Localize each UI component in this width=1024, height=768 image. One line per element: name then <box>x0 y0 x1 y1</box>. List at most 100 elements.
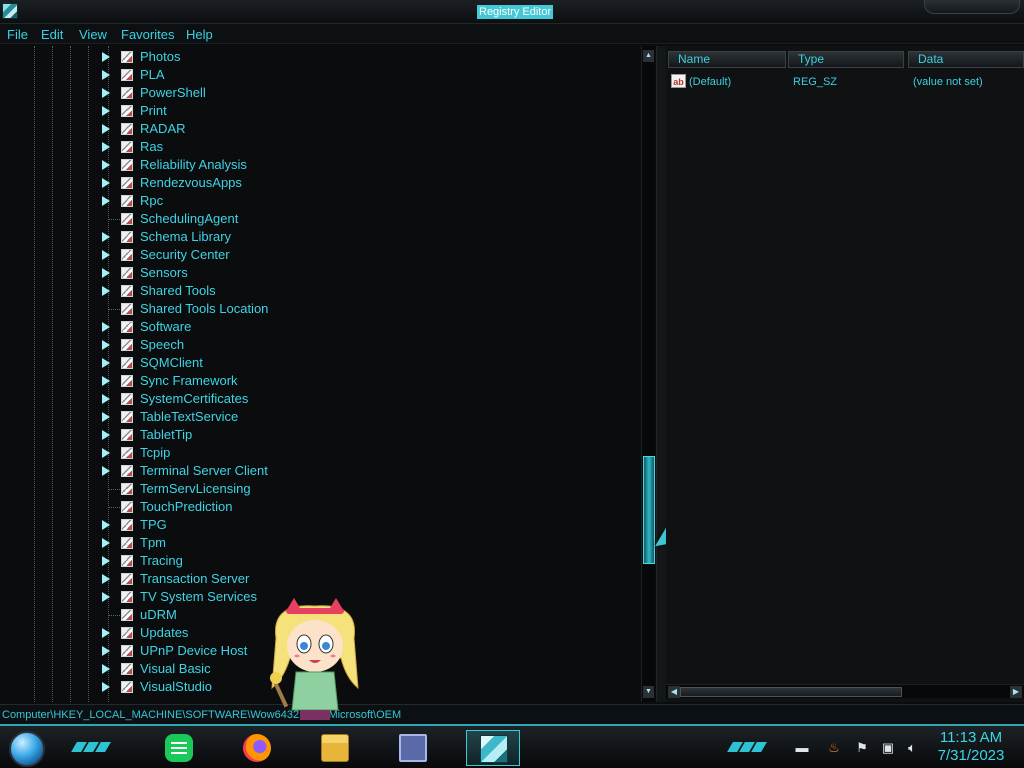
taskbar-file-explorer[interactable] <box>308 730 362 766</box>
clock-date[interactable]: 7/31/2023 <box>932 747 1010 764</box>
expand-arrow-icon[interactable] <box>102 106 110 116</box>
tree-item[interactable]: Security Center <box>0 246 640 264</box>
expand-arrow-icon[interactable] <box>102 664 110 674</box>
tree-item[interactable]: TPG <box>0 516 640 534</box>
expand-arrow-icon[interactable] <box>102 430 110 440</box>
menu-edit[interactable]: Edit <box>41 27 63 42</box>
expand-arrow-icon[interactable] <box>102 322 110 332</box>
tree-item[interactable]: Shared Tools Location <box>0 300 640 318</box>
volume-icon[interactable]: 🔈︎ <box>904 740 920 756</box>
expand-arrow-icon[interactable] <box>102 160 110 170</box>
keyboard-icon[interactable]: ▬ <box>794 740 810 756</box>
expand-arrow-icon[interactable] <box>102 538 110 548</box>
registry-key-icon <box>121 393 133 405</box>
menu-help[interactable]: Help <box>186 27 213 42</box>
list-horizontal-scrollbar[interactable]: ◀ ▶ <box>666 684 1024 698</box>
tree-vertical-scrollbar[interactable]: ▲ ▼ <box>641 46 655 702</box>
scroll-left-icon[interactable]: ◀ <box>668 686 680 698</box>
tree-item[interactable]: Terminal Server Client <box>0 462 640 480</box>
tree-item[interactable]: RADAR <box>0 120 640 138</box>
tree-item[interactable]: Speech <box>0 336 640 354</box>
expand-arrow-icon[interactable] <box>102 394 110 404</box>
expand-arrow-icon[interactable] <box>102 268 110 278</box>
column-header-data[interactable]: Data <box>908 51 1024 68</box>
expand-arrow-icon[interactable] <box>102 196 110 206</box>
expand-arrow-icon[interactable] <box>102 70 110 80</box>
registry-key-icon <box>121 555 133 567</box>
expand-arrow-icon[interactable] <box>102 376 110 386</box>
scroll-thumb[interactable] <box>643 456 655 564</box>
expand-arrow-icon[interactable] <box>102 646 110 656</box>
column-header-type[interactable]: Type <box>788 51 904 68</box>
tree-item[interactable]: PowerShell <box>0 84 640 102</box>
expand-arrow-icon[interactable] <box>102 124 110 134</box>
tree-item[interactable]: TermServLicensing <box>0 480 640 498</box>
tree-item[interactable]: Print <box>0 102 640 120</box>
tree-item[interactable]: SQMClient <box>0 354 640 372</box>
scroll-right-icon[interactable]: ▶ <box>1010 686 1022 698</box>
title-bar[interactable]: Registry Editor <box>0 0 1024 24</box>
taskbar-firefox[interactable] <box>230 730 284 766</box>
expand-arrow-icon[interactable] <box>102 250 110 260</box>
expand-arrow-icon[interactable] <box>102 682 110 692</box>
tree-item[interactable]: Sync Framework <box>0 372 640 390</box>
horizontal-scroll-thumb[interactable] <box>680 687 902 697</box>
tree-item[interactable]: SchedulingAgent <box>0 210 640 228</box>
registry-editor-icon[interactable] <box>2 3 18 19</box>
expand-arrow-icon[interactable] <box>102 466 110 476</box>
tree-item[interactable]: Tcpip <box>0 444 640 462</box>
tree-item[interactable]: Sensors <box>0 264 640 282</box>
tree-item[interactable]: Rpc <box>0 192 640 210</box>
scroll-down-icon[interactable]: ▼ <box>643 686 654 698</box>
tree-item[interactable]: Transaction Server <box>0 570 640 588</box>
tree-item[interactable]: Photos <box>0 48 640 66</box>
expand-arrow-icon[interactable] <box>102 592 110 602</box>
tree-item[interactable]: Shared Tools <box>0 282 640 300</box>
values-list[interactable]: Name Type Data ab (Default) REG_SZ (valu… <box>666 46 1024 702</box>
taskbar-registry-editor[interactable] <box>466 730 520 766</box>
expand-arrow-icon[interactable] <box>102 340 110 350</box>
expand-arrow-icon[interactable] <box>102 286 110 296</box>
expand-arrow-icon[interactable] <box>102 232 110 242</box>
start-button[interactable] <box>9 731 45 767</box>
expand-arrow-icon[interactable] <box>102 412 110 422</box>
expand-arrow-icon[interactable] <box>102 574 110 584</box>
menu-favorites[interactable]: Favorites <box>121 27 174 42</box>
taskbar-window-app[interactable] <box>386 730 440 766</box>
tree-item[interactable]: Tpm <box>0 534 640 552</box>
expand-arrow-icon[interactable] <box>102 52 110 62</box>
menu-view[interactable]: View <box>79 27 107 42</box>
tree-item[interactable]: TableTextService <box>0 408 640 426</box>
expand-arrow-icon[interactable] <box>102 448 110 458</box>
tree-item[interactable]: Tracing <box>0 552 640 570</box>
pane-splitter[interactable] <box>656 46 666 702</box>
expand-arrow-icon[interactable] <box>102 178 110 188</box>
network-icon[interactable]: ▣ <box>880 740 896 756</box>
taskbar-notes-app[interactable] <box>152 730 206 766</box>
menu-file[interactable]: File <box>7 27 28 42</box>
expand-arrow-icon[interactable] <box>102 520 110 530</box>
expand-arrow-icon[interactable] <box>102 88 110 98</box>
window-controls[interactable] <box>924 0 1020 14</box>
expand-arrow-icon[interactable] <box>102 628 110 638</box>
java-icon[interactable]: ♨ <box>826 740 842 756</box>
tree-item[interactable]: Schema Library <box>0 228 640 246</box>
tree-item-label: Tpm <box>140 535 166 550</box>
tree-item[interactable]: SystemCertificates <box>0 390 640 408</box>
flag-icon[interactable]: ⚑ <box>854 740 870 756</box>
tree-item-label: RADAR <box>140 121 186 136</box>
tree-item[interactable]: TouchPrediction <box>0 498 640 516</box>
list-row[interactable]: ab (Default) REG_SZ (value not set) <box>666 73 1024 91</box>
tree-item[interactable]: TabletTip <box>0 426 640 444</box>
tree-item[interactable]: Reliability Analysis <box>0 156 640 174</box>
expand-arrow-icon[interactable] <box>102 142 110 152</box>
expand-arrow-icon[interactable] <box>102 556 110 566</box>
tree-item[interactable]: PLA <box>0 66 640 84</box>
tree-item[interactable]: Ras <box>0 138 640 156</box>
scroll-up-icon[interactable]: ▲ <box>643 50 654 62</box>
tree-item[interactable]: RendezvousApps <box>0 174 640 192</box>
expand-arrow-icon[interactable] <box>102 358 110 368</box>
clock-time[interactable]: 11:13 AM <box>936 729 1006 746</box>
tree-item[interactable]: Software <box>0 318 640 336</box>
column-header-name[interactable]: Name <box>668 51 786 68</box>
